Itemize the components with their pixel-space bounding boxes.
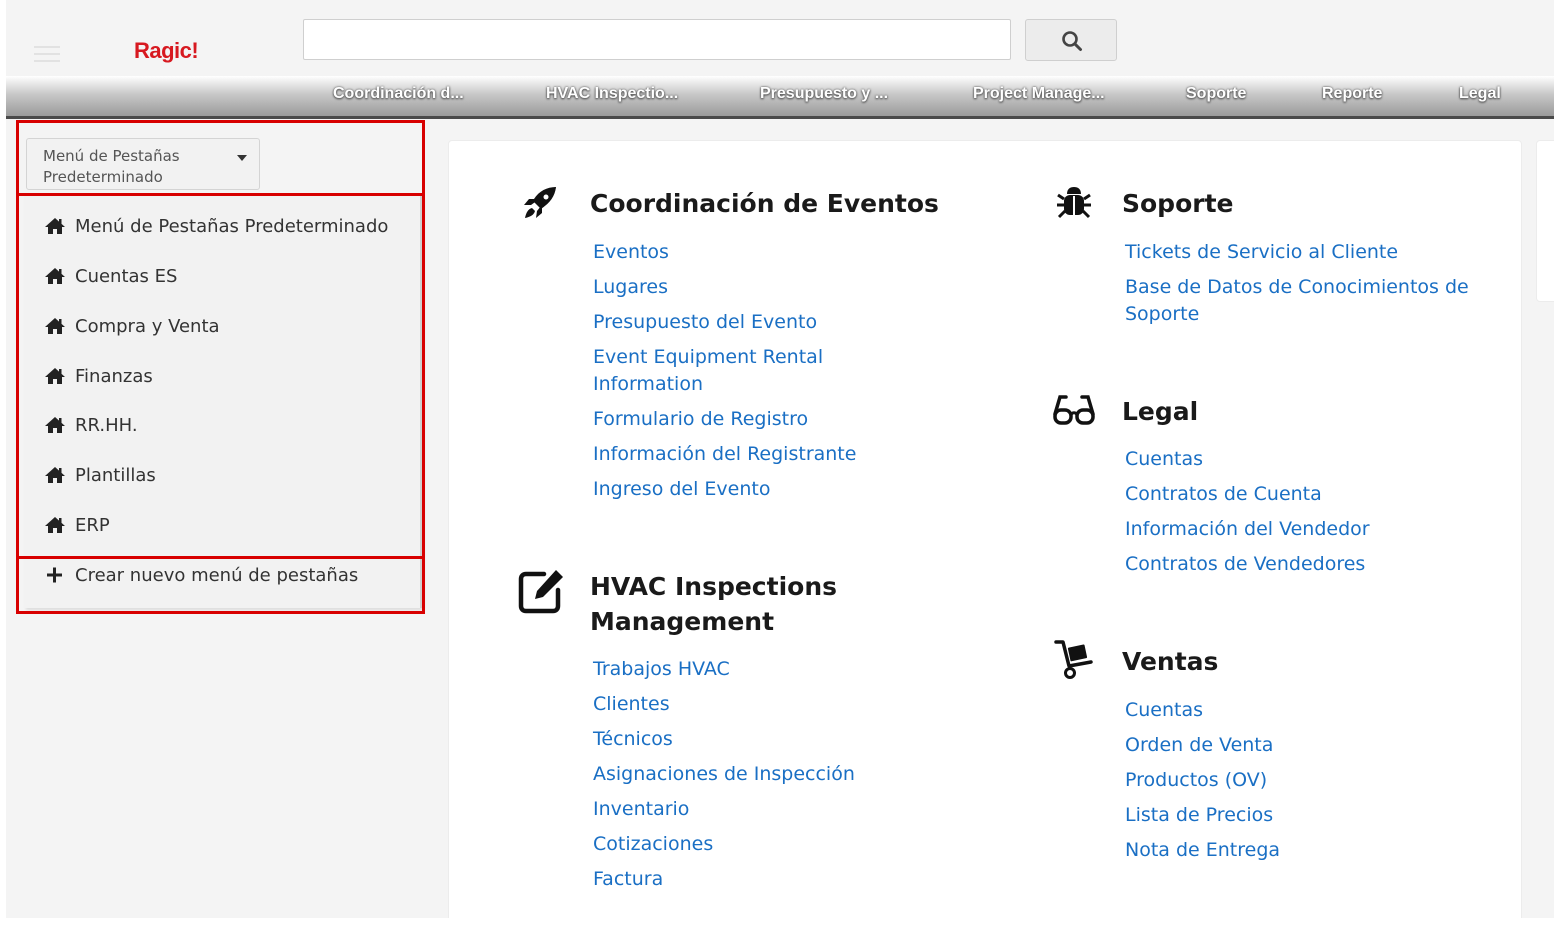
tab-menu-dropdown: Menú de Pestañas Predeterminado Cuentas … xyxy=(24,196,422,608)
link-lista-precios[interactable]: Lista de Precios xyxy=(1125,802,1273,829)
caret-down-icon xyxy=(237,155,247,161)
link-informacion-registrante[interactable]: Información del Registrante xyxy=(593,441,856,468)
section-title-soporte: Soporte xyxy=(1122,189,1234,218)
tab-coordinacion[interactable]: Coordinación d... xyxy=(333,85,464,103)
tab-project-management[interactable]: Project Manage... xyxy=(973,85,1105,103)
home-icon xyxy=(45,268,65,284)
menu-item-cuentas-es[interactable]: Cuentas ES xyxy=(44,262,177,290)
menu-item-label: Compra y Venta xyxy=(75,315,220,337)
search-button[interactable] xyxy=(1025,19,1117,61)
tab-hvac[interactable]: HVAC Inspectio... xyxy=(546,85,678,103)
link-factura[interactable]: Factura xyxy=(593,866,663,893)
link-clientes[interactable]: Clientes xyxy=(593,691,670,718)
link-presupuesto-evento[interactable]: Presupuesto del Evento xyxy=(593,309,817,336)
rocket-icon xyxy=(524,187,556,218)
ragic-logo[interactable]: Ragic! xyxy=(134,38,199,64)
link-formulario-registro[interactable]: Formulario de Registro xyxy=(593,406,808,433)
menu-item-label: ERP xyxy=(75,514,110,536)
home-icon xyxy=(45,368,65,384)
menu-divider xyxy=(24,556,420,557)
home-icon xyxy=(45,417,65,433)
plus-icon xyxy=(47,567,62,583)
link-asignaciones-inspeccion[interactable]: Asignaciones de Inspección xyxy=(593,761,855,788)
section-title-ventas: Ventas xyxy=(1122,647,1219,676)
menu-item-compra-venta[interactable]: Compra y Venta xyxy=(44,312,220,340)
menu-item-label: Plantillas xyxy=(75,464,156,486)
menu-item-label: RR.HH. xyxy=(75,414,138,436)
link-tecnicos[interactable]: Técnicos xyxy=(593,726,673,753)
link-contratos-cuenta[interactable]: Contratos de Cuenta xyxy=(1125,481,1322,508)
search-input[interactable] xyxy=(303,19,1011,60)
section-title-hvac: HVAC Inspections Management xyxy=(590,572,837,636)
menu-item-predeterminado[interactable]: Menú de Pestañas Predeterminado xyxy=(44,212,388,240)
link-legal-cuentas[interactable]: Cuentas xyxy=(1125,446,1203,473)
link-contratos-vendedores[interactable]: Contratos de Vendedores xyxy=(1125,551,1365,578)
link-event-equipment-rental[interactable]: Event Equipment Rental Information xyxy=(593,344,843,398)
tab-menu-selected-label: Menú de Pestañas Predeterminado xyxy=(43,147,180,186)
link-base-conocimientos[interactable]: Base de Datos de Conocimientos de Soport… xyxy=(1125,274,1475,328)
section-title-legal: Legal xyxy=(1122,397,1199,426)
create-tab-menu-label: Crear nuevo menú de pestañas xyxy=(75,564,359,586)
link-cotizaciones[interactable]: Cotizaciones xyxy=(593,831,713,858)
link-ventas-cuentas[interactable]: Cuentas xyxy=(1125,697,1203,724)
home-icon xyxy=(45,517,65,533)
link-inventario[interactable]: Inventario xyxy=(593,796,689,823)
menu-item-label: Cuentas ES xyxy=(75,265,178,287)
edit-icon xyxy=(518,570,563,614)
menu-item-finanzas[interactable]: Finanzas xyxy=(44,362,153,390)
hamburger-icon[interactable] xyxy=(34,46,60,64)
tab-bar: Coordinación d... HVAC Inspectio... Pres… xyxy=(6,76,1554,119)
link-nota-entrega[interactable]: Nota de Entrega xyxy=(1125,837,1280,864)
hand-truck-icon xyxy=(1054,640,1093,679)
create-tab-menu-button[interactable]: Crear nuevo menú de pestañas xyxy=(44,561,358,589)
menu-item-label: Menú de Pestañas Predeterminado xyxy=(75,215,389,237)
tab-legal[interactable]: Legal xyxy=(1459,85,1501,103)
menu-item-erp[interactable]: ERP xyxy=(44,511,110,539)
link-orden-venta[interactable]: Orden de Venta xyxy=(1125,732,1273,759)
link-ingreso-evento[interactable]: Ingreso del Evento xyxy=(593,476,770,503)
top-header: Ragic! xyxy=(6,0,1554,76)
tab-presupuesto[interactable]: Presupuesto y ... xyxy=(760,85,888,103)
menu-item-plantillas[interactable]: Plantillas xyxy=(44,461,156,489)
app-window: Ragic! Coordinación d... HVAC Inspectio.… xyxy=(6,0,1554,918)
home-icon xyxy=(45,218,65,234)
link-eventos[interactable]: Eventos xyxy=(593,239,669,266)
link-informacion-vendedor[interactable]: Información del Vendedor xyxy=(1125,516,1370,543)
tab-menu-select[interactable]: Menú de Pestañas Predeterminado xyxy=(26,138,260,190)
tab-soporte[interactable]: Soporte xyxy=(1186,85,1246,103)
menu-item-label: Finanzas xyxy=(75,365,153,387)
home-icon xyxy=(45,467,65,483)
bug-icon xyxy=(1057,187,1091,219)
link-trabajos-hvac[interactable]: Trabajos HVAC xyxy=(593,656,730,683)
link-lugares[interactable]: Lugares xyxy=(593,274,668,301)
section-title-eventos: Coordinación de Eventos xyxy=(590,189,939,218)
link-tickets-servicio[interactable]: Tickets de Servicio al Cliente xyxy=(1125,239,1398,266)
glasses-icon xyxy=(1053,395,1095,425)
tab-reporte[interactable]: Reporte xyxy=(1322,85,1382,103)
home-icon xyxy=(45,318,65,334)
link-productos-ov[interactable]: Productos (OV) xyxy=(1125,767,1267,794)
menu-item-rrhh[interactable]: RR.HH. xyxy=(44,411,138,439)
search-icon xyxy=(1062,31,1082,51)
side-panel xyxy=(1536,140,1554,302)
